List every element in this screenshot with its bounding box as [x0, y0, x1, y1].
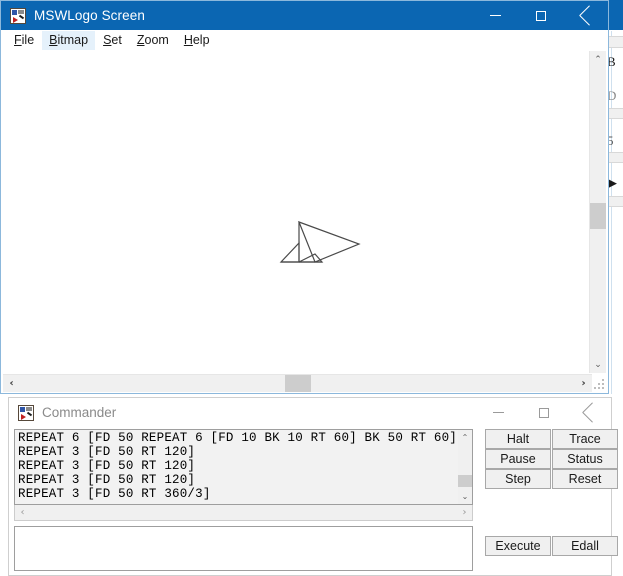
mswlogo-titlebar[interactable]: MSWLogo Screen	[1, 1, 608, 30]
canvas-horizontal-scroll-thumb[interactable]	[285, 375, 311, 392]
execute-button[interactable]: Execute	[485, 536, 551, 556]
menubar: File Bitmap Set Zoom Help	[1, 30, 608, 51]
command-history-list[interactable]: REPEAT 6 [FD 50 REPEAT 6 [FD 10 BK 10 RT…	[14, 429, 473, 505]
background-window-divider	[611, 31, 612, 394]
list-item[interactable]: REPEAT 3 [FD 50 RT 120]	[18, 473, 457, 487]
mswlogo-app-icon	[18, 405, 34, 421]
menu-item-file[interactable]: File	[7, 31, 41, 50]
scroll-down-icon[interactable]: ⌄	[590, 356, 606, 373]
drawn-triangle-large	[299, 222, 359, 262]
maximize-icon	[536, 11, 546, 21]
scroll-left-icon[interactable]: ‹	[15, 505, 30, 520]
turtle-drawing	[3, 51, 592, 373]
commander-window-title: Commander	[42, 405, 116, 420]
scroll-left-icon[interactable]: ‹	[3, 375, 20, 392]
list-item[interactable]: REPEAT 3 [FD 50 RT 120]	[18, 445, 457, 459]
minimize-button[interactable]	[473, 1, 518, 30]
commander-minimize-button[interactable]	[476, 398, 521, 427]
pause-button[interactable]: Pause	[485, 449, 551, 469]
close-icon	[583, 407, 595, 419]
list-item[interactable]: REPEAT 3 [FD 50 RT 360/3]	[18, 487, 457, 501]
commander-window[interactable]: Commander REPEAT 6 [FD 50 REPEAT 6 [FD 1…	[8, 397, 612, 576]
canvas-vertical-scroll-thumb[interactable]	[590, 203, 606, 229]
step-button[interactable]: Step	[485, 469, 551, 489]
commander-window-controls	[476, 398, 611, 427]
maximize-button[interactable]	[518, 1, 563, 30]
reset-button[interactable]: Reset	[552, 469, 618, 489]
window-controls	[473, 1, 608, 30]
halt-button[interactable]: Halt	[485, 429, 551, 449]
canvas-horizontal-scrollbar[interactable]: ‹ ›	[3, 374, 592, 392]
scroll-up-icon[interactable]: ⌃	[590, 51, 606, 68]
list-item[interactable]: REPEAT 6 [FD 50 REPEAT 6 [FD 10 BK 10 RT…	[18, 431, 457, 445]
canvas-vertical-scrollbar[interactable]: ⌃ ⌄	[589, 51, 606, 373]
menu-item-bitmap[interactable]: Bitmap	[42, 31, 95, 50]
close-icon	[580, 10, 592, 22]
turtle-graphics-canvas[interactable]	[3, 51, 592, 373]
scroll-right-icon[interactable]: ›	[457, 505, 472, 520]
status-button[interactable]: Status	[552, 449, 618, 469]
commander-close-button[interactable]	[566, 398, 611, 427]
window-title: MSWLogo Screen	[34, 8, 145, 23]
minimize-icon	[493, 412, 504, 413]
edall-button[interactable]: Edall	[552, 536, 618, 556]
resize-grip-icon[interactable]	[593, 378, 606, 391]
menu-item-zoom[interactable]: Zoom	[130, 31, 176, 50]
scroll-right-icon[interactable]: ›	[575, 375, 592, 392]
mswlogo-app-icon	[10, 8, 26, 24]
menu-item-set[interactable]: Set	[96, 31, 129, 50]
scroll-up-icon[interactable]: ⌃	[458, 430, 472, 445]
command-history-lines: REPEAT 6 [FD 50 REPEAT 6 [FD 10 BK 10 RT…	[15, 430, 457, 501]
menu-item-help[interactable]: Help	[177, 31, 217, 50]
turtle-cursor-left	[281, 243, 299, 262]
close-button[interactable]	[563, 1, 608, 30]
list-item[interactable]: REPEAT 3 [FD 50 RT 120]	[18, 459, 457, 473]
trace-button[interactable]: Trace	[552, 429, 618, 449]
scroll-down-icon[interactable]: ⌄	[458, 489, 472, 504]
history-vertical-scroll-thumb[interactable]	[458, 475, 472, 487]
history-vertical-scrollbar[interactable]: ⌃ ⌄	[458, 430, 472, 504]
mswlogo-screen-window[interactable]: MSWLogo Screen File Bitmap Set Zoom Help	[0, 0, 609, 394]
minimize-icon	[490, 15, 501, 16]
commander-titlebar[interactable]: Commander	[9, 398, 611, 427]
commander-maximize-button[interactable]	[521, 398, 566, 427]
maximize-icon	[539, 408, 549, 418]
command-input[interactable]	[14, 526, 473, 571]
canvas-region: ⌃ ⌄ ‹ ›	[2, 51, 608, 393]
history-horizontal-scrollbar[interactable]: ‹ ›	[14, 505, 473, 521]
